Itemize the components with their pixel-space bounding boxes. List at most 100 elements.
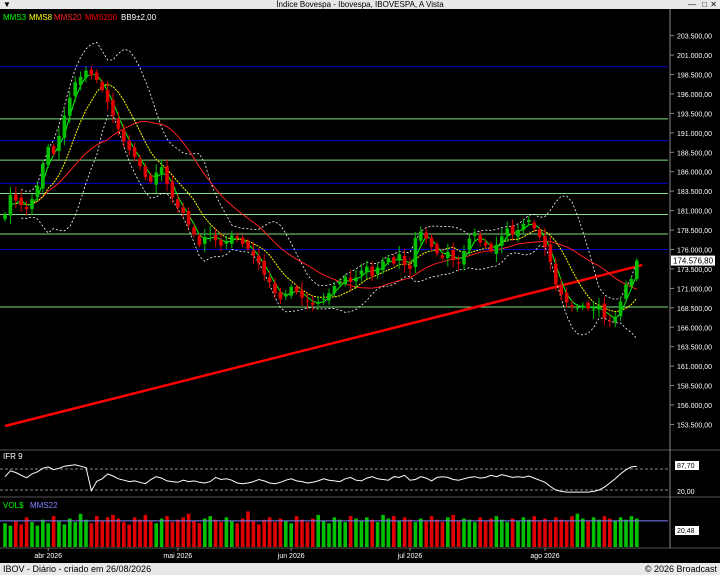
candle-body [19,197,23,206]
volume-bar [575,513,580,547]
volume-bar [462,518,466,547]
volume-bar [116,518,121,547]
price-tick-label: 156.000,00 [677,403,712,410]
candle-body [629,279,634,287]
candle-body [489,243,493,252]
volume-bar [316,514,320,547]
candlesticks [3,65,639,328]
legend-mms3: MMS3 [3,13,27,22]
volume-bar [300,519,304,547]
candle-body [3,214,7,220]
volume-bar [548,522,553,547]
candle-body [116,118,121,129]
volume-bar [537,520,542,547]
volume-bar [230,520,234,547]
candle-body [165,166,169,185]
stock-chart[interactable]: 153.500,00 156.000,00 158.500,00 161.000,00… [0,0,720,563]
volume-bar [224,517,229,547]
mms200-line [4,263,643,428]
price-tick-label: 198.500,00 [677,73,712,80]
volume-bar [14,520,18,547]
volume-bar [527,519,531,547]
ifr-panel [0,464,668,493]
volume-bar [478,517,482,547]
volume-bar [543,518,547,547]
candle-body [613,317,617,322]
legend-mms200: MMS200 [85,13,118,22]
price-tick-label: 168.500,00 [677,306,712,313]
candle-body [343,276,347,285]
volume-bar [467,519,472,547]
candle-body [89,69,94,76]
candle-body [208,233,212,235]
candle-body [483,242,488,246]
volume-bar [203,518,207,547]
footer-right: © 2026 Broadcast [644,564,717,574]
candle-body [35,185,40,198]
volume-bar [170,522,175,547]
candle-body [586,302,590,309]
candle-body [149,175,153,182]
volume-bar [19,524,23,547]
candle-body [537,229,542,238]
candle-body [240,237,245,245]
candle-body [41,163,45,189]
price-tick-label: 186.000,00 [677,170,712,177]
candle-body [559,284,563,295]
price-tick-label: 153.500,00 [677,422,712,429]
price-tick-label: 203.500,00 [677,34,712,41]
candle-body [197,235,202,245]
volume-bar [419,518,423,547]
candle-body [14,194,18,201]
candle-body [500,236,504,246]
last-price-label: 174.576,80 [673,257,714,266]
volume-bar [402,517,407,547]
candle-body [591,309,596,311]
candle-body [181,207,185,213]
volume-bar [289,523,293,547]
volume-bar [186,513,191,547]
candle-body [564,292,569,303]
candle-body [251,250,256,256]
volume-bar [305,522,310,547]
candle-body [467,238,472,251]
candle-body [46,146,50,165]
volume-bar [41,519,45,547]
ifr-value-label: 87,70 [677,463,695,470]
volume-bar [284,520,288,547]
volume-bar [613,520,617,547]
candle-body [57,135,61,152]
volume-bar [8,525,13,547]
volume-bar [397,520,401,547]
candle-body [273,283,277,294]
volume-bar [89,523,94,547]
candle-body [478,235,482,243]
candle-body [321,298,326,300]
candle-body [132,147,137,157]
candle-body [462,251,466,265]
price-tick-label: 176.000,00 [677,247,712,254]
volume-bar [24,517,29,547]
date-tick-label: abr 2026 [34,553,62,560]
legend-mms8: MMS8 [29,13,53,22]
candle-body [494,244,499,254]
volume-bar [30,522,34,547]
candle-body [294,286,299,293]
date-tick-label: jul 2026 [397,553,423,560]
volume-bar [554,517,558,547]
candle-body [570,305,574,308]
volume-bar [46,523,50,547]
volume-bar [564,520,569,547]
footer-left: IBOV - Diário - criado em 26/08/2026 [3,564,152,574]
volume-bar [78,513,83,547]
volume-bar [327,523,331,547]
candle-body [311,302,315,305]
candle-body [440,255,445,259]
volume-bar [278,518,283,547]
volume-bar [240,518,245,547]
volume-bar [624,519,628,547]
volume-bar [581,518,585,547]
volume-bar [127,524,131,547]
mms20-line [31,120,637,290]
candle-body [262,260,266,275]
